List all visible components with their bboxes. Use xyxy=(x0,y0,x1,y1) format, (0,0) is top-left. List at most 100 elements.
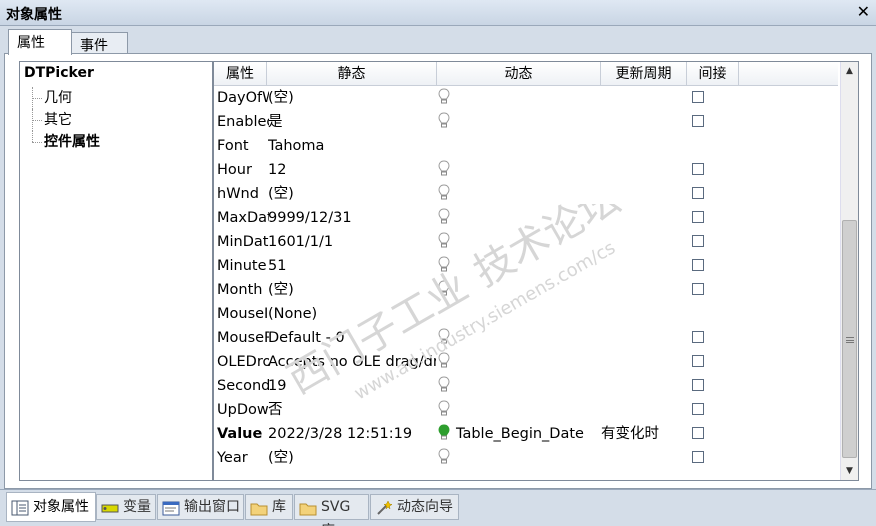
lightbulb-icon[interactable] xyxy=(438,328,450,346)
dynamic-cell[interactable] xyxy=(438,278,602,302)
header-static[interactable]: 静态 xyxy=(267,62,437,86)
static-value[interactable]: 19 xyxy=(268,374,436,398)
dynamic-cell[interactable] xyxy=(438,302,602,326)
lightbulb-icon[interactable] xyxy=(438,280,450,298)
bottom-tab-dynamic-wizard[interactable]: 动态向导 xyxy=(370,494,459,520)
lightbulb-icon[interactable] xyxy=(438,232,450,250)
lightbulb-icon[interactable] xyxy=(438,184,450,202)
dynamic-cell[interactable] xyxy=(438,110,602,134)
bottom-tab-output-window[interactable]: 输出窗口 xyxy=(157,494,244,520)
table-row[interactable]: Hour 12 xyxy=(214,158,838,182)
table-row[interactable]: Year (空) xyxy=(214,446,838,470)
table-row[interactable]: UpDown否 xyxy=(214,398,838,422)
indirect-checkbox[interactable] xyxy=(692,283,704,295)
static-value[interactable]: (None) xyxy=(268,302,436,326)
lightbulb-icon[interactable] xyxy=(438,208,450,226)
indirect-checkbox[interactable] xyxy=(692,355,704,367)
bottom-tab-tags[interactable]: 变量 xyxy=(96,494,156,520)
lightbulb-icon[interactable] xyxy=(438,256,450,274)
dynamic-cell[interactable] xyxy=(438,230,602,254)
table-row[interactable]: Minute 51 xyxy=(214,254,838,278)
header-property[interactable]: 属性 xyxy=(214,62,267,86)
update-cycle-value[interactable] xyxy=(601,278,687,302)
dynamic-cell[interactable] xyxy=(438,326,602,350)
update-cycle-value[interactable] xyxy=(601,110,687,134)
indirect-checkbox[interactable] xyxy=(692,235,704,247)
update-cycle-value[interactable] xyxy=(601,374,687,398)
bottom-tab-svg-library[interactable]: SVG 库 xyxy=(294,494,369,526)
update-cycle-value[interactable] xyxy=(601,254,687,278)
static-value[interactable]: 否 xyxy=(268,398,436,422)
update-cycle-value[interactable] xyxy=(601,446,687,470)
indirect-checkbox[interactable] xyxy=(692,163,704,175)
dynamic-cell[interactable] xyxy=(438,182,602,206)
table-row[interactable]: Font Tahoma xyxy=(214,134,838,158)
static-value[interactable]: (空) xyxy=(268,86,436,110)
dynamic-cell[interactable] xyxy=(438,398,602,422)
update-cycle-value[interactable] xyxy=(601,86,687,110)
static-value[interactable]: Default - 0 xyxy=(268,326,436,350)
close-icon[interactable]: ✕ xyxy=(857,2,870,21)
update-cycle-value[interactable]: 有变化时 xyxy=(601,422,687,446)
dynamic-cell[interactable] xyxy=(438,158,602,182)
static-value[interactable]: (空) xyxy=(268,182,436,206)
tab-properties[interactable]: 属性 xyxy=(8,29,72,55)
indirect-checkbox[interactable] xyxy=(692,379,704,391)
dynamic-cell[interactable] xyxy=(438,374,602,398)
table-row[interactable]: MinDate1601/1/1 xyxy=(214,230,838,254)
header-indirect[interactable]: 间接 xyxy=(687,62,739,86)
update-cycle-value[interactable] xyxy=(601,326,687,350)
indirect-checkbox[interactable] xyxy=(692,211,704,223)
tree-item-other[interactable]: 其它 xyxy=(24,109,212,131)
static-value[interactable]: 是 xyxy=(268,110,436,134)
bottom-tab-library[interactable]: 库 xyxy=(245,494,293,520)
static-value[interactable]: 2022/3/28 12:51:19 xyxy=(268,422,436,446)
vertical-scrollbar[interactable]: ▲ ▼ xyxy=(840,62,858,480)
header-dynamic[interactable]: 动态 xyxy=(437,62,601,86)
update-cycle-value[interactable] xyxy=(601,182,687,206)
dynamic-cell[interactable] xyxy=(438,134,602,158)
static-value[interactable]: 12 xyxy=(268,158,436,182)
table-row[interactable]: Month (空) xyxy=(214,278,838,302)
static-value[interactable]: 1601/1/1 xyxy=(268,230,436,254)
tree-root-dtpicker[interactable]: DTPicker xyxy=(24,65,212,87)
table-row[interactable]: OLEDropModeAccepts no OLE drag/drop xyxy=(214,350,838,374)
static-value[interactable]: (空) xyxy=(268,446,436,470)
indirect-checkbox[interactable] xyxy=(692,451,704,463)
lightbulb-icon[interactable] xyxy=(438,88,450,106)
lightbulb-icon[interactable] xyxy=(438,376,450,394)
update-cycle-value[interactable] xyxy=(601,158,687,182)
static-value[interactable]: Accepts no OLE drag/drop xyxy=(268,350,436,374)
scroll-up-icon[interactable]: ▲ xyxy=(841,62,858,80)
indirect-checkbox[interactable] xyxy=(692,259,704,271)
static-value[interactable]: (空) xyxy=(268,278,436,302)
indirect-checkbox[interactable] xyxy=(692,187,704,199)
update-cycle-value[interactable] xyxy=(601,206,687,230)
header-update-cycle[interactable]: 更新周期 xyxy=(601,62,687,86)
table-row[interactable]: Second 19 xyxy=(214,374,838,398)
dynamic-cell[interactable] xyxy=(438,446,602,470)
dynamic-cell[interactable]: Table_Begin_Date xyxy=(438,422,602,446)
scroll-down-icon[interactable]: ▼ xyxy=(841,462,858,480)
scroll-thumb[interactable] xyxy=(842,220,857,458)
tab-events[interactable]: 事件 xyxy=(71,32,128,54)
table-row[interactable]: Enabled是 xyxy=(214,110,838,134)
dynamic-cell[interactable] xyxy=(438,350,602,374)
update-cycle-value[interactable] xyxy=(601,134,687,158)
table-row[interactable]: Value 2022/3/28 12:51:19 Table_Begin_Date 有… xyxy=(214,422,838,446)
bottom-tab-object-properties[interactable]: 对象属性 xyxy=(6,492,96,522)
static-value[interactable]: 9999/12/31 xyxy=(268,206,436,230)
update-cycle-value[interactable] xyxy=(601,302,687,326)
table-row[interactable]: MouseIcon(None) xyxy=(214,302,838,326)
dynamic-cell[interactable] xyxy=(438,254,602,278)
table-row[interactable]: MaxDate9999/12/31 xyxy=(214,206,838,230)
static-value[interactable]: Tahoma xyxy=(268,134,436,158)
dynamic-cell[interactable] xyxy=(438,86,602,110)
update-cycle-value[interactable] xyxy=(601,398,687,422)
lightbulb-icon[interactable] xyxy=(438,352,450,370)
lightbulb-icon[interactable] xyxy=(438,160,450,178)
lightbulb-icon[interactable] xyxy=(438,400,450,418)
update-cycle-value[interactable] xyxy=(601,230,687,254)
dynamic-cell[interactable] xyxy=(438,206,602,230)
indirect-checkbox[interactable] xyxy=(692,331,704,343)
